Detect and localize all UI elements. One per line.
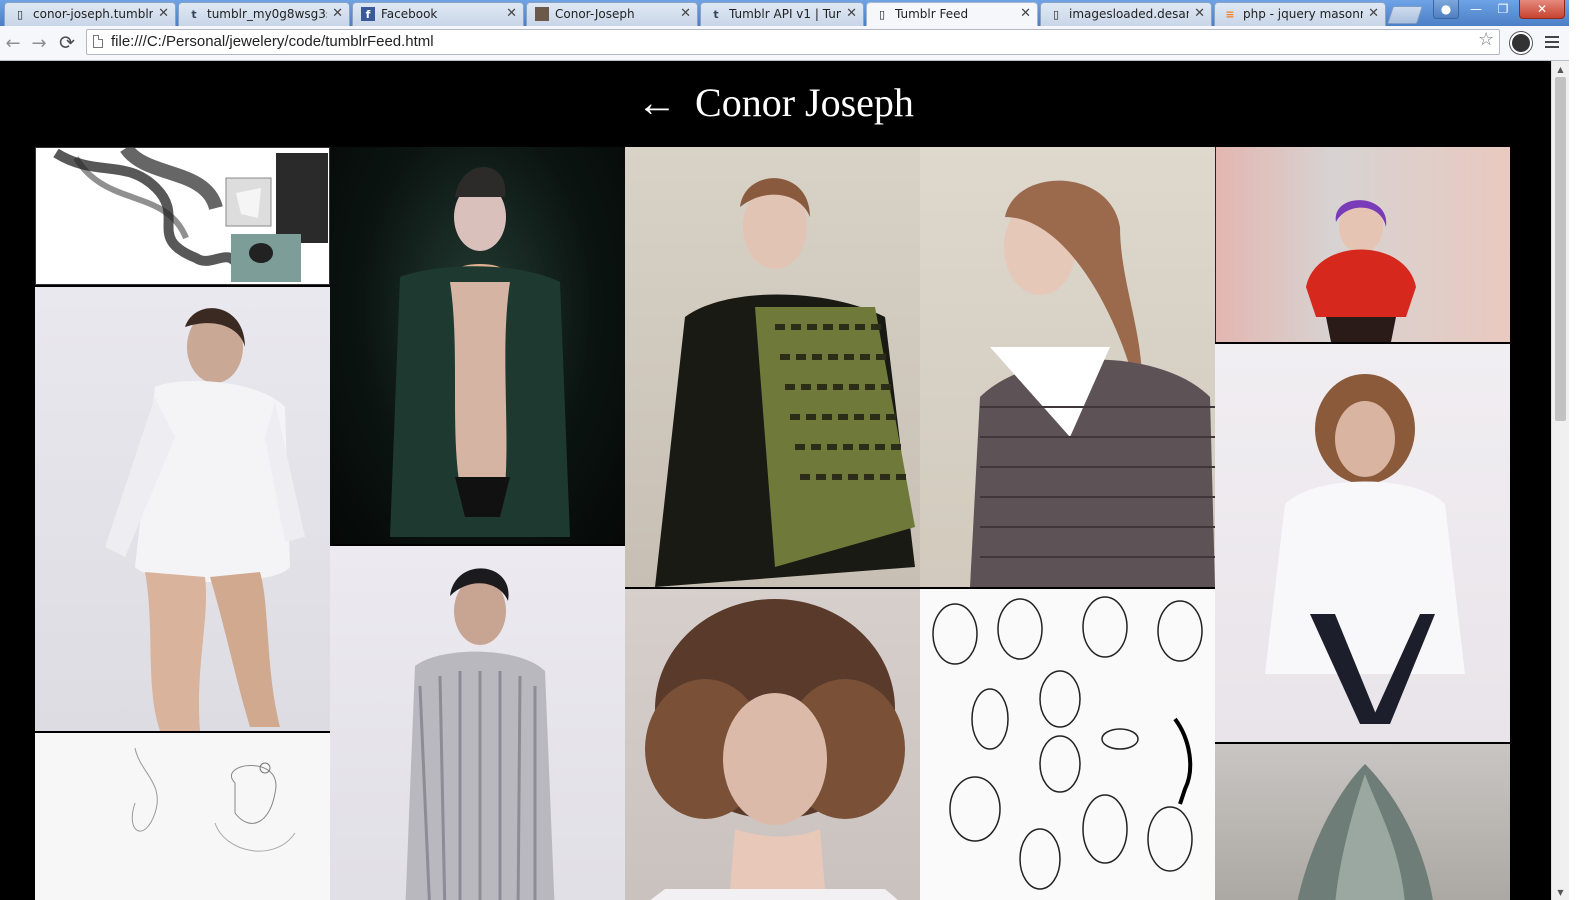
window-edge xyxy=(1569,0,1593,900)
reload-button[interactable]: ⟳ xyxy=(56,32,78,54)
page-icon xyxy=(93,35,103,48)
close-icon[interactable]: ✕ xyxy=(506,6,517,21)
new-tab-button[interactable] xyxy=(1387,6,1423,24)
model-figure-art xyxy=(645,599,905,900)
scroll-up-icon[interactable]: ▲ xyxy=(1552,61,1569,77)
extension-icon[interactable] xyxy=(1510,32,1532,54)
ink-collage-art xyxy=(53,148,328,282)
page-icon: ▯ xyxy=(16,7,24,21)
close-icon[interactable]: ✕ xyxy=(332,6,343,21)
tab-php-jquery-masonry[interactable]: ≡ php - jquery masonry ✕ xyxy=(1214,2,1386,26)
browser-toolbar: ← → ⟳ file:///C:/Personal/jewelery/code/… xyxy=(0,26,1593,61)
scroll-down-icon[interactable]: ▼ xyxy=(1552,884,1569,900)
reload-icon: ⟳ xyxy=(59,32,75,54)
page-heading: ← Conor Joseph xyxy=(0,79,1551,126)
facebook-icon: f xyxy=(361,7,375,21)
tab-title: conor-joseph.tumblr.com xyxy=(33,7,153,21)
feed-image-model-green-print[interactable] xyxy=(625,147,920,587)
page-icon: ▯ xyxy=(878,7,886,21)
close-icon[interactable]: ✕ xyxy=(158,6,169,21)
close-icon[interactable]: ✕ xyxy=(680,6,691,21)
forward-arrow-icon: → xyxy=(31,32,47,54)
back-link[interactable]: ← xyxy=(637,80,677,125)
feed-image-model-silver-fringe[interactable] xyxy=(330,546,625,900)
address-bar[interactable]: file:///C:/Personal/jewelery/code/tumblr… xyxy=(86,29,1500,55)
model-figure-art xyxy=(655,178,915,587)
feed-image-model-white-mesh[interactable] xyxy=(35,287,330,731)
page-scrollbar[interactable]: ▲ ▼ xyxy=(1551,61,1569,900)
minimize-button[interactable]: — xyxy=(1463,0,1489,18)
restore-button[interactable]: ❐ xyxy=(1490,0,1516,18)
window-close-button[interactable]: ✕ xyxy=(1519,0,1565,19)
address-url: file:///C:/Personal/jewelery/code/tumblr… xyxy=(111,33,434,50)
feed-image-model-dark-coat[interactable] xyxy=(330,147,625,544)
feed-image-model-curly-hair[interactable] xyxy=(625,589,920,900)
close-icon: ✕ xyxy=(1536,2,1548,16)
model-figure-art xyxy=(970,180,1215,587)
close-icon[interactable]: ✕ xyxy=(846,6,857,21)
user-profile-button[interactable]: ● xyxy=(1433,0,1459,19)
feed-image-model-checkered-top[interactable] xyxy=(920,147,1215,587)
tab-facebook[interactable]: f Facebook ✕ xyxy=(352,2,524,26)
forward-button[interactable]: → xyxy=(28,32,50,54)
model-figure-art xyxy=(405,568,555,900)
feed-image-model-white-suit[interactable] xyxy=(1215,344,1510,742)
chrome-menu-button[interactable] xyxy=(1545,33,1559,49)
tab-tumblr-feed[interactable]: ▯ Tumblr Feed ✕ xyxy=(866,2,1038,27)
user-icon: ● xyxy=(1440,2,1452,16)
stackoverflow-icon: ≡ xyxy=(1225,7,1235,21)
model-figure-art xyxy=(390,167,570,537)
model-figure-art xyxy=(105,308,305,731)
tab-conor-joseph[interactable]: Conor-Joseph ✕ xyxy=(526,2,698,26)
close-icon[interactable]: ✕ xyxy=(1020,6,1031,21)
tab-title: imagesloaded.desandro xyxy=(1069,7,1189,21)
minimize-icon: — xyxy=(1470,2,1482,16)
model-figure-art xyxy=(1306,200,1416,342)
back-button[interactable]: ← xyxy=(2,32,24,54)
tab-strip: ▯ conor-joseph.tumblr.com ✕ t tumblr_my0… xyxy=(0,0,1593,27)
tab-title: Facebook xyxy=(381,7,438,21)
jewel-art xyxy=(1297,764,1433,900)
restore-icon: ❐ xyxy=(1497,2,1509,16)
sketch-art xyxy=(932,596,1203,890)
sketch-art xyxy=(131,747,296,852)
back-arrow-icon: ← xyxy=(5,32,21,54)
tab-title: tumblr_my0g8wsg3s1r... xyxy=(207,7,327,21)
tab-title: Tumblr Feed xyxy=(895,7,969,21)
bookmark-star-icon[interactable]: ☆ xyxy=(1478,29,1494,50)
tumblr-icon: t xyxy=(713,7,719,21)
tab-imagesloaded[interactable]: ▯ imagesloaded.desandro ✕ xyxy=(1040,2,1212,26)
model-figure-art xyxy=(1265,374,1465,724)
feed-image-ink-collage[interactable] xyxy=(35,147,330,285)
profile-icon xyxy=(535,7,549,21)
feed-image-silver-jewel[interactable] xyxy=(1215,744,1510,900)
feed-image-model-red-fan[interactable] xyxy=(1215,147,1510,342)
close-icon[interactable]: ✕ xyxy=(1368,6,1379,21)
page-title: Conor Joseph xyxy=(695,80,914,125)
scrollbar-thumb[interactable] xyxy=(1555,77,1566,421)
tab-title: Tumblr API v1 | Tumblr xyxy=(729,7,841,21)
tab-title: Conor-Joseph xyxy=(555,7,635,21)
tumblr-icon: t xyxy=(191,7,197,21)
page-icon: ▯ xyxy=(1052,7,1060,21)
feed-image-face-sketches[interactable] xyxy=(920,589,1215,900)
tab-tumblr-api[interactable]: t Tumblr API v1 | Tumblr ✕ xyxy=(700,2,864,26)
feed-image-jewelry-sketch[interactable] xyxy=(35,733,330,900)
close-icon[interactable]: ✕ xyxy=(1194,6,1205,21)
tab-conor-joseph-tumblr[interactable]: ▯ conor-joseph.tumblr.com ✕ xyxy=(4,2,176,26)
tab-tumblr-image[interactable]: t tumblr_my0g8wsg3s1r... ✕ xyxy=(178,2,350,26)
tab-title: php - jquery masonry xyxy=(1243,7,1363,21)
tumblr-feed-page: ← Conor Joseph xyxy=(0,61,1551,900)
